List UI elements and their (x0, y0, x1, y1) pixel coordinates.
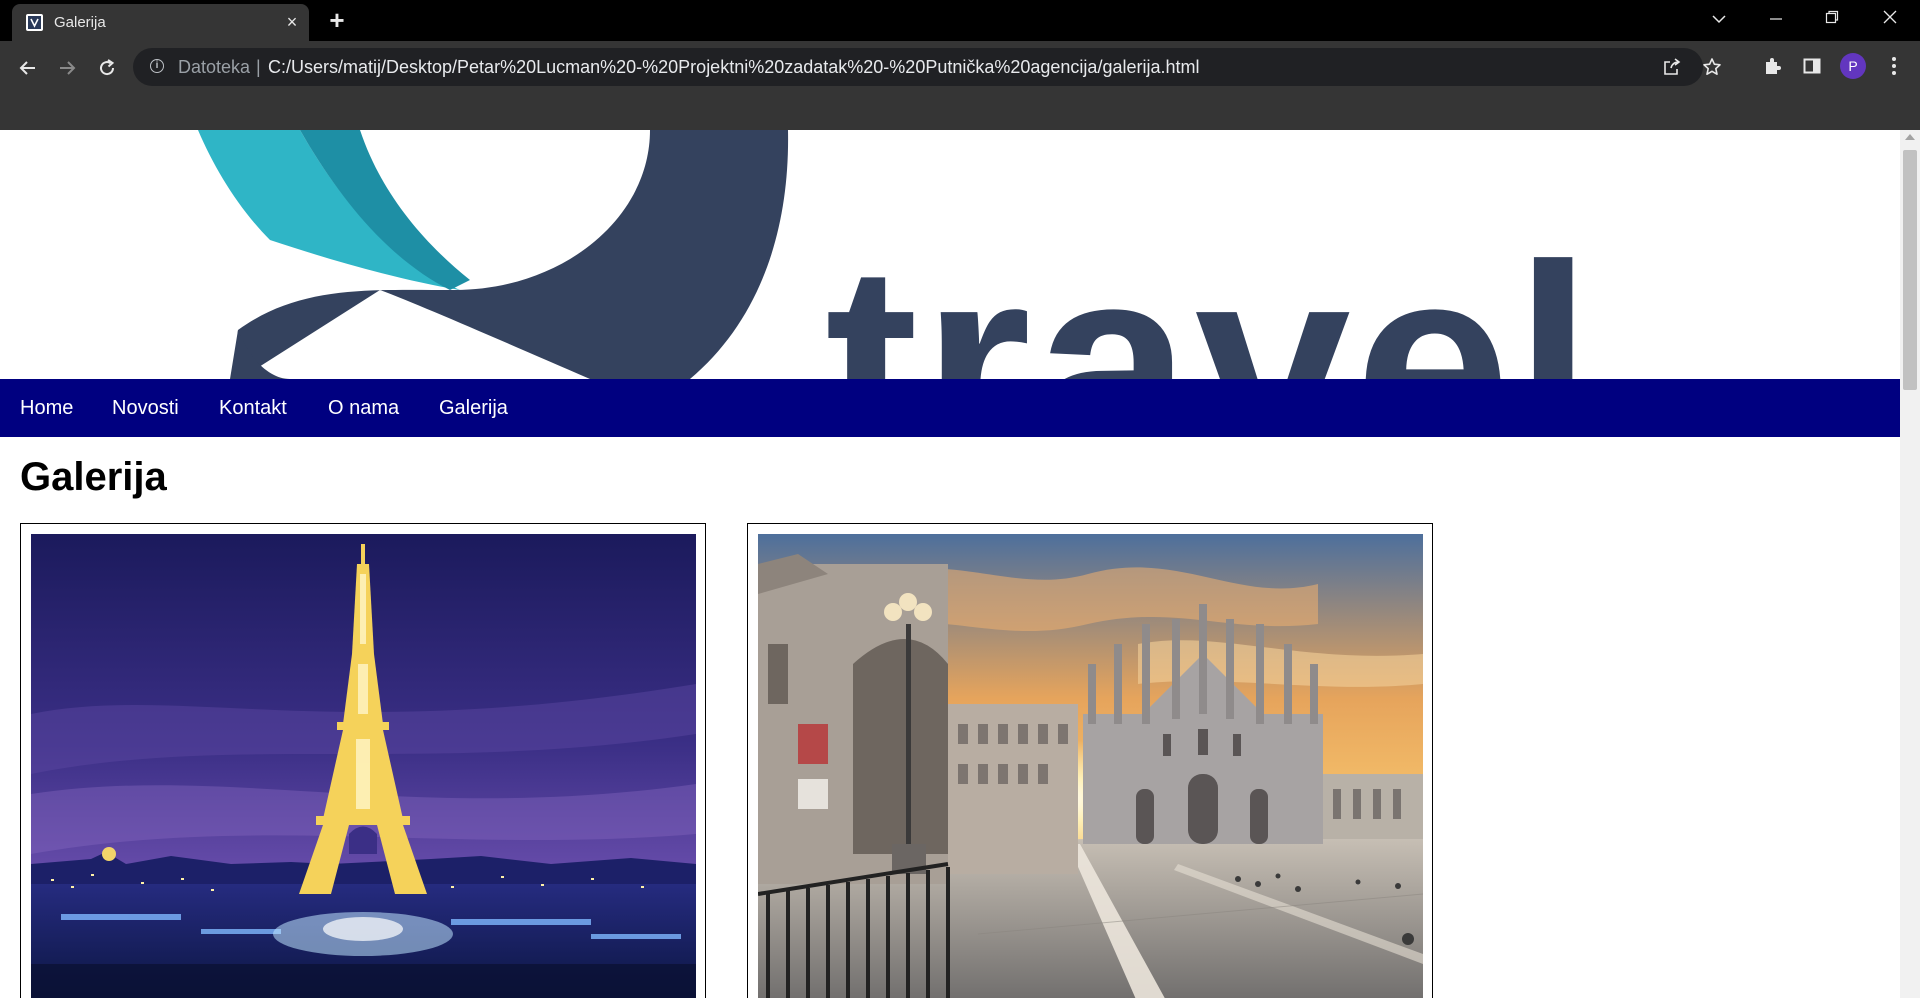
gallery-card-paris (20, 523, 706, 998)
site-banner: travel (0, 130, 1900, 379)
menu-kebab-icon[interactable] (1880, 52, 1908, 80)
side-panel-icon[interactable] (1798, 52, 1826, 80)
tab-search-icon[interactable] (1699, 6, 1739, 34)
minimize-icon[interactable] (1756, 6, 1796, 34)
main-nav: Home Novosti Kontakt O nama Galerija (0, 379, 1900, 437)
nav-item-home[interactable]: Home (20, 397, 73, 420)
page-viewport: travel Home Novosti Kontakt O nama Galer… (0, 130, 1900, 998)
share-icon[interactable] (1661, 57, 1683, 79)
tab-close-icon[interactable]: × (282, 12, 302, 32)
address-bar[interactable]: i Datoteka | C:/Users/matij/Desktop/Peta… (133, 48, 1721, 86)
scroll-up-arrow-icon[interactable] (1905, 134, 1915, 140)
site-favicon-icon (26, 14, 43, 31)
site-info-icon[interactable]: i (150, 59, 164, 73)
scroll-thumb[interactable] (1903, 150, 1917, 390)
new-tab-button[interactable]: + (324, 7, 350, 34)
nav-item-galerija[interactable]: Galerija (439, 397, 508, 420)
gallery-image-milan-cathedral[interactable] (758, 534, 1423, 998)
tab-title: Galerija (54, 14, 106, 31)
browser-tab[interactable]: Galerija × (12, 4, 309, 41)
nav-item-novosti[interactable]: Novosti (112, 397, 179, 420)
nav-item-o-nama[interactable]: O nama (328, 397, 399, 420)
back-icon[interactable] (11, 51, 45, 85)
close-window-icon[interactable] (1870, 6, 1910, 34)
profile-avatar[interactable]: P (1840, 53, 1866, 79)
address-scheme-label: Datoteka (178, 57, 251, 77)
forward-icon[interactable] (50, 51, 84, 85)
address-separator: | (256, 57, 261, 77)
browser-toolbar: i Datoteka | C:/Users/matij/Desktop/Peta… (0, 41, 1920, 130)
page-title: Galerija (20, 455, 167, 499)
extensions-icon[interactable] (1758, 52, 1786, 80)
gallery-card-milan (747, 523, 1433, 998)
bookmark-star-icon[interactable] (1701, 57, 1723, 79)
reload-icon[interactable] (90, 51, 124, 85)
nav-item-kontakt[interactable]: Kontakt (219, 397, 287, 420)
address-url[interactable]: C:/Users/matij/Desktop/Petar%20Lucman%20… (268, 57, 1199, 78)
browser-tab-strip: Galerija × + (0, 0, 1920, 41)
restore-icon[interactable] (1812, 6, 1852, 34)
page-scrollbar[interactable] (1900, 130, 1920, 998)
gallery-image-eiffel-tower[interactable] (31, 534, 696, 998)
travel-logo: travel (198, 130, 1596, 379)
logo-text: travel (825, 208, 1596, 379)
